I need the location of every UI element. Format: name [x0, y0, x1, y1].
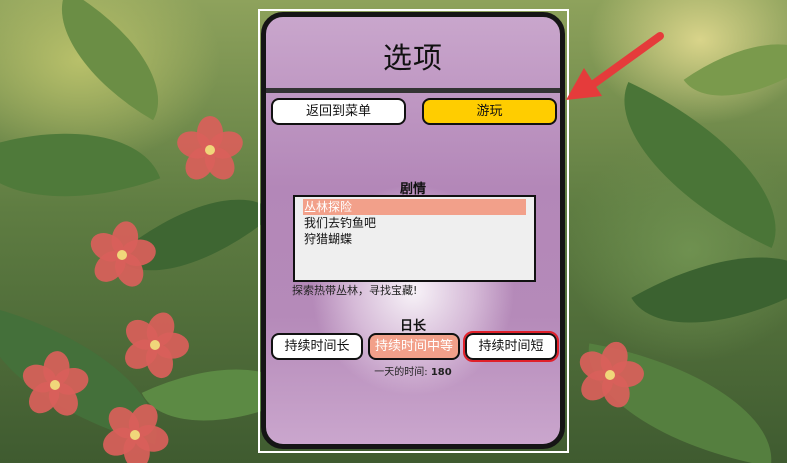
duration-medium-button[interactable]: 持续时间中等	[368, 333, 460, 360]
story-option-jungle[interactable]: 丛林探险	[303, 199, 526, 215]
story-description: 探索热带丛林，寻找宝藏!	[292, 284, 418, 297]
story-option-fishing[interactable]: 我们去钓鱼吧	[303, 215, 526, 231]
story-option-butterfly[interactable]: 狩猎蝴蝶	[303, 231, 526, 247]
day-time-readout: 一天的时间: 180	[266, 363, 560, 378]
back-to-menu-button[interactable]: 返回到菜单	[271, 98, 406, 125]
day-time-value: 180	[430, 367, 452, 378]
day-length-heading: 日长	[399, 319, 426, 334]
options-panel: 选项 返回到菜单 游玩 剧情 丛林探险 我们去钓鱼吧 狩猎蝴蝶 探索热带丛林，寻…	[261, 12, 565, 449]
day-time-label: 一天的时间:	[374, 367, 428, 378]
page-title: 选项	[382, 41, 443, 75]
pointer-arrow-icon	[566, 32, 664, 100]
title-divider	[266, 88, 560, 93]
duration-long-button[interactable]: 持续时间长	[271, 333, 363, 360]
story-listbox[interactable]: 丛林探险 我们去钓鱼吧 狩猎蝴蝶	[293, 195, 536, 282]
duration-short-button[interactable]: 持续时间短	[463, 331, 559, 362]
play-button[interactable]: 游玩	[422, 98, 557, 125]
